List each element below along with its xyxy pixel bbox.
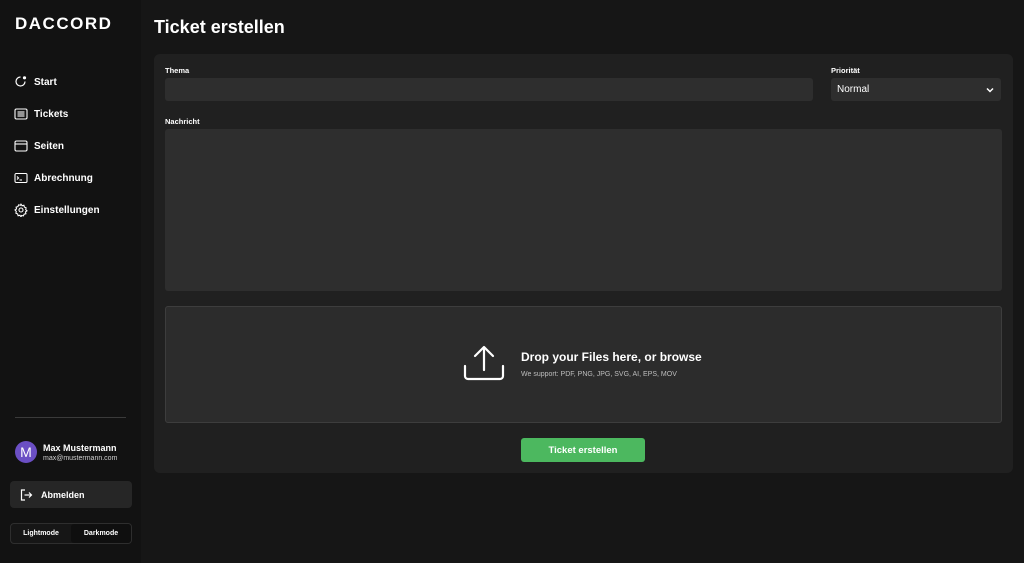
billing-icon bbox=[14, 171, 28, 185]
sidebar-item-tickets[interactable]: Tickets bbox=[14, 98, 134, 130]
sidebar-item-label: Abrechnung bbox=[34, 172, 93, 184]
home-icon bbox=[14, 75, 28, 89]
darkmode-button[interactable]: Darkmode bbox=[71, 524, 131, 543]
sidebar-divider bbox=[15, 417, 126, 418]
ticket-form-panel: Thema Priorität Normal Nachricht Drop yo… bbox=[154, 54, 1013, 473]
user-name: Max Mustermann bbox=[43, 442, 117, 453]
sidebar-item-start[interactable]: Start bbox=[14, 66, 134, 98]
sidebar-item-label: Start bbox=[34, 76, 57, 88]
sidebar-item-einstellungen[interactable]: Einstellungen bbox=[14, 194, 134, 226]
user-profile: M Max Mustermann max@mustermann.com bbox=[15, 441, 117, 463]
dropzone-title: Drop your Files here, or browse bbox=[521, 350, 702, 364]
avatar: M bbox=[15, 441, 37, 463]
create-ticket-button[interactable]: Ticket erstellen bbox=[521, 438, 645, 462]
sidebar-item-label: Seiten bbox=[34, 140, 65, 152]
logout-label: Abmelden bbox=[41, 489, 85, 500]
sidebar-nav: Start Tickets Seiten Abrechnung Einstell… bbox=[14, 66, 134, 226]
user-email: max@mustermann.com bbox=[43, 454, 118, 462]
sidebar-item-label: Tickets bbox=[34, 108, 69, 120]
logout-button[interactable]: Abmelden bbox=[10, 481, 132, 508]
browser-icon bbox=[14, 139, 28, 153]
sidebar: DACCORD Start Tickets Seiten Abrechnung … bbox=[0, 0, 141, 563]
upload-icon bbox=[462, 344, 506, 389]
sidebar-item-seiten[interactable]: Seiten bbox=[14, 130, 134, 162]
topic-label: Thema bbox=[165, 66, 190, 75]
theme-toggle: Lightmode Darkmode bbox=[10, 523, 132, 544]
logout-icon bbox=[19, 488, 33, 502]
sidebar-item-label: Einstellungen bbox=[34, 204, 100, 216]
message-label: Nachricht bbox=[165, 117, 200, 126]
lightmode-button[interactable]: Lightmode bbox=[11, 524, 71, 543]
dropzone-subtitle: We support: PDF, PNG, JPG, SVG, AI, EPS,… bbox=[521, 371, 677, 378]
logo: DACCORD bbox=[15, 14, 113, 33]
message-textarea[interactable] bbox=[165, 129, 1002, 291]
list-icon bbox=[14, 107, 28, 121]
gear-icon bbox=[14, 203, 28, 217]
priority-value: Normal bbox=[837, 84, 870, 95]
chevron-down-icon bbox=[985, 85, 995, 95]
priority-select[interactable]: Normal bbox=[831, 78, 1001, 101]
file-dropzone[interactable]: Drop your Files here, or browse We suppo… bbox=[165, 306, 1002, 423]
topic-input[interactable] bbox=[165, 78, 813, 101]
sidebar-item-abrechnung[interactable]: Abrechnung bbox=[14, 162, 134, 194]
page-title: Ticket erstellen bbox=[154, 17, 285, 37]
priority-label: Priorität bbox=[831, 66, 860, 75]
